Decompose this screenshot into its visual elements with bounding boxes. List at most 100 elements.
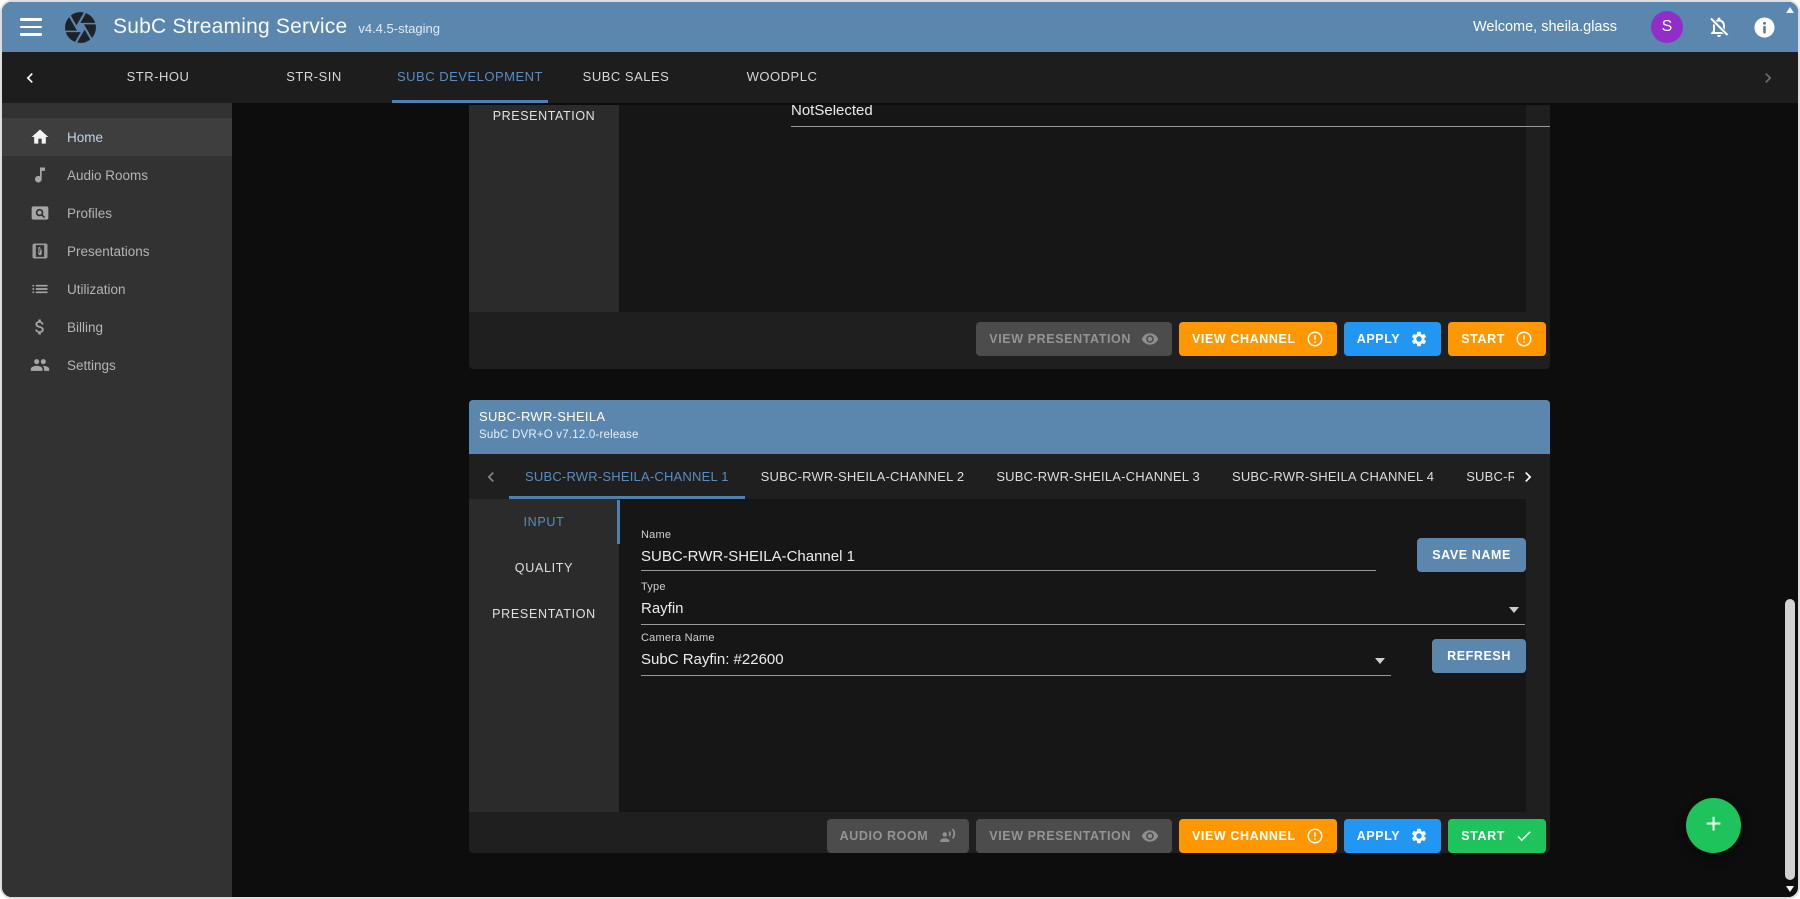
channel-tab-bar: SUBC-RWR-SHEILA-CHANNEL 1 SUBC-RWR-SHEIL… — [469, 454, 1550, 499]
org-forward-chevron-icon[interactable] — [1758, 52, 1778, 103]
info-icon[interactable] — [1753, 16, 1776, 39]
button-label: AUDIO ROOM — [840, 829, 929, 843]
channel-tabs: SUBC-RWR-SHEILA-CHANNEL 1 SUBC-RWR-SHEIL… — [509, 454, 1514, 499]
presentation-select[interactable]: NotSelected — [791, 105, 1550, 127]
dollar-icon — [30, 317, 50, 337]
save-name-button[interactable]: SAVE NAME — [1417, 538, 1526, 572]
menu-icon[interactable] — [20, 14, 46, 40]
list-icon — [30, 279, 50, 299]
view-presentation-button[interactable]: VIEW PRESENTATION — [976, 322, 1172, 356]
sidebar-item-settings[interactable]: Settings — [2, 346, 232, 384]
side-tab-column: PRESENTATION — [469, 105, 619, 312]
sidebar-item-label: Utilization — [67, 282, 126, 297]
org-back-chevron-icon[interactable] — [2, 52, 40, 103]
alert-icon — [1306, 330, 1324, 348]
add-button[interactable]: + — [1686, 798, 1741, 853]
avatar[interactable]: S — [1651, 11, 1683, 43]
channel-tabs-back-chevron-icon[interactable] — [469, 454, 507, 499]
scrollbar — [1783, 2, 1798, 897]
sidebar-item-label: Billing — [67, 320, 103, 335]
view-channel-button[interactable]: VIEW CHANNEL — [1179, 819, 1337, 853]
side-tab-presentation[interactable]: PRESENTATION — [469, 591, 619, 637]
input-form-panel: Name SAVE NAME Type Rayfin Camera Name — [619, 499, 1526, 812]
device-subtitle: SubC DVR+O v7.12.0-release — [479, 429, 1550, 441]
start-button[interactable]: START — [1448, 819, 1546, 853]
app-title-group: SubC Streaming Service v4.4.5-staging — [113, 15, 440, 39]
type-select[interactable]: Rayfin — [641, 594, 1525, 625]
channel-tabs-forward-chevron-icon[interactable] — [1518, 454, 1538, 499]
sidebar-item-presentations[interactable]: Presentations — [2, 232, 232, 270]
sidebar-item-profiles[interactable]: Profiles — [2, 194, 232, 232]
device-actions: AUDIO ROOM VIEW PRESENTATION VIEW CHANNE… — [827, 819, 1546, 853]
sidebar-item-label: Settings — [67, 358, 116, 373]
sidebar-item-label: Home — [67, 130, 103, 145]
side-tab-presentation[interactable]: PRESENTATION — [469, 109, 619, 123]
camera-name-select[interactable]: SubC Rayfin: #22600 — [641, 645, 1391, 676]
gear-icon — [1410, 827, 1428, 845]
device-card-header: SUBC-RWR-SHEILA SubC DVR+O v7.12.0-relea… — [469, 400, 1550, 454]
main-content: NotSelected PRESENTATION VIEW PRESENTATI… — [232, 103, 1798, 897]
apply-button[interactable]: APPLY — [1344, 819, 1442, 853]
channel-tab-1[interactable]: SUBC-RWR-SHEILA-CHANNEL 1 — [509, 454, 745, 499]
name-input[interactable] — [641, 542, 1376, 571]
app-bar: SubC Streaming Service v4.4.5-staging We… — [2, 2, 1798, 52]
org-tab-str-hou[interactable]: STR-HOU — [80, 52, 236, 103]
org-tab-subc-sales[interactable]: SUBC SALES — [548, 52, 704, 103]
notifications-off-icon[interactable] — [1707, 15, 1731, 39]
channel-actions: VIEW PRESENTATION VIEW CHANNEL APPLY STA… — [976, 322, 1546, 356]
eye-icon — [1141, 827, 1159, 845]
sidebar-item-billing[interactable]: Billing — [2, 308, 232, 346]
start-button[interactable]: START — [1448, 322, 1546, 356]
scrollbar-thumb[interactable] — [1785, 599, 1795, 880]
scrollbar-up-arrow-icon[interactable] — [1786, 7, 1794, 13]
button-label: APPLY — [1357, 332, 1401, 346]
device-side-tabs: INPUT QUALITY PRESENTATION — [469, 499, 619, 637]
gear-icon — [1410, 330, 1428, 348]
presentation-form-panel: NotSelected — [619, 105, 1526, 312]
side-tab-quality[interactable]: QUALITY — [469, 545, 619, 591]
music-note-icon — [30, 165, 50, 185]
type-field-group: Type Rayfin — [641, 581, 1525, 625]
refresh-button[interactable]: REFRESH — [1432, 639, 1526, 673]
sidebar-item-audio-rooms[interactable]: Audio Rooms — [2, 156, 232, 194]
page-search-icon — [30, 203, 50, 223]
apply-button[interactable]: APPLY — [1344, 322, 1442, 356]
sidebar-item-utilization[interactable]: Utilization — [2, 270, 232, 308]
org-tab-woodplc[interactable]: WOODPLC — [704, 52, 860, 103]
type-label: Type — [641, 581, 1525, 593]
button-label: START — [1461, 332, 1505, 346]
sidebar: Home Audio Rooms Profiles Presentations … — [2, 103, 232, 897]
channel-tab-4[interactable]: SUBC-RWR-SHEILA CHANNEL 4 — [1216, 454, 1450, 499]
welcome-text: Welcome, sheila.glass — [1473, 19, 1617, 35]
sidebar-item-home[interactable]: Home — [2, 118, 232, 156]
org-tab-str-sin[interactable]: STR-SIN — [236, 52, 392, 103]
chevron-down-icon — [1509, 607, 1519, 613]
camera-name-label: Camera Name — [641, 632, 1391, 644]
type-select-value: Rayfin — [641, 594, 1525, 624]
device-card: SUBC-RWR-SHEILA SubC DVR+O v7.12.0-relea… — [469, 400, 1550, 853]
button-label: VIEW CHANNEL — [1192, 829, 1296, 843]
channel-tab-2[interactable]: SUBC-RWR-SHEILA-CHANNEL 2 — [745, 454, 981, 499]
scrollbar-down-arrow-icon[interactable] — [1786, 886, 1794, 892]
camera-select-value: SubC Rayfin: #22600 — [641, 645, 1391, 675]
name-label: Name — [641, 529, 1376, 541]
channel-tab-3[interactable]: SUBC-RWR-SHEILA-CHANNEL 3 — [980, 454, 1216, 499]
alert-icon — [1306, 827, 1324, 845]
button-label: START — [1461, 829, 1505, 843]
org-tab-bar: STR-HOU STR-SIN SUBC DEVELOPMENT SUBC SA… — [2, 52, 1798, 103]
sidebar-item-label: Presentations — [67, 244, 150, 259]
audio-room-button[interactable]: AUDIO ROOM — [827, 819, 970, 853]
button-label: VIEW PRESENTATION — [989, 332, 1131, 346]
view-presentation-button[interactable]: VIEW PRESENTATION — [976, 819, 1172, 853]
side-tab-input[interactable]: INPUT — [469, 499, 619, 545]
presentation-select-value: NotSelected — [791, 105, 1550, 126]
voice-person-icon — [938, 827, 956, 845]
app-version: v4.4.5-staging — [358, 21, 440, 36]
eye-icon — [1141, 330, 1159, 348]
channel-tab-5-truncated[interactable]: SUBC-RWR-S — [1450, 454, 1514, 499]
app-window: SubC Streaming Service v4.4.5-staging We… — [0, 0, 1800, 899]
org-tabs: STR-HOU STR-SIN SUBC DEVELOPMENT SUBC SA… — [80, 52, 860, 103]
view-channel-button[interactable]: VIEW CHANNEL — [1179, 322, 1337, 356]
name-field-group: Name — [641, 529, 1376, 571]
org-tab-subc-development[interactable]: SUBC DEVELOPMENT — [392, 52, 548, 103]
